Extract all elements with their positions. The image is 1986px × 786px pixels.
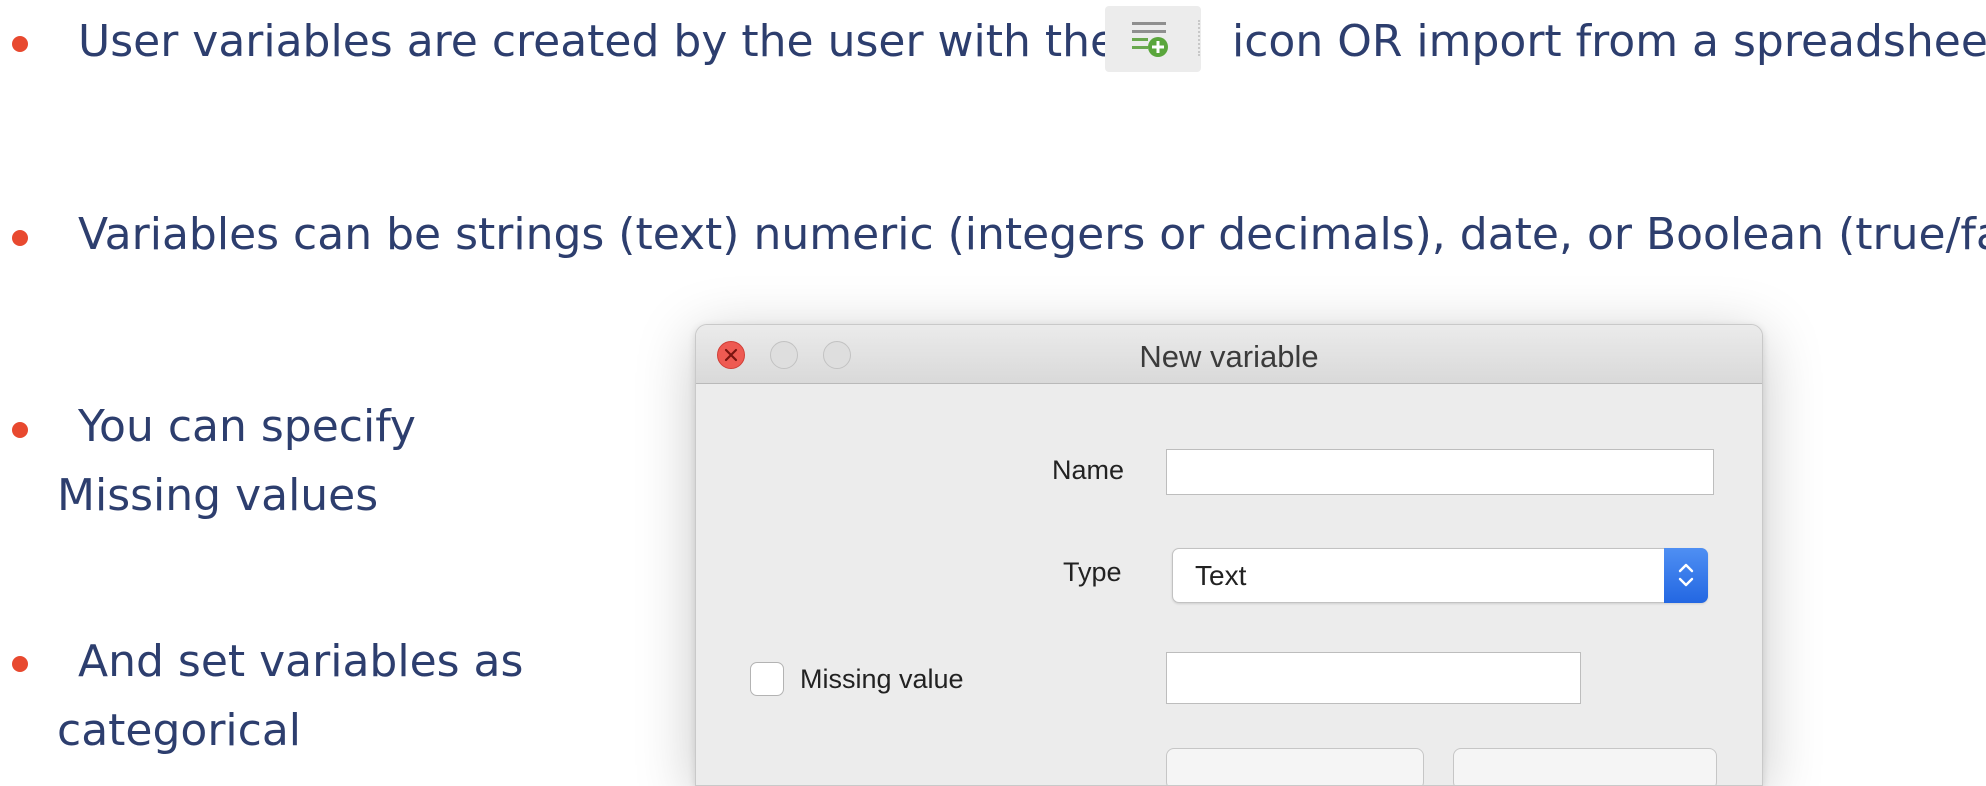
bullet-3-line-1: You can specify xyxy=(78,401,416,452)
name-label: Name xyxy=(1052,455,1125,485)
bullet-marker xyxy=(12,656,28,672)
bullet-4-line-2: categorical xyxy=(57,705,302,756)
dialog-control[interactable] xyxy=(1166,748,1424,785)
type-label: Type xyxy=(1063,557,1122,587)
name-field[interactable] xyxy=(1166,449,1714,495)
bullet-1-text-before: User variables are created by the user w… xyxy=(78,16,1118,67)
type-select-value: Text xyxy=(1195,560,1247,591)
new-variable-dialog: New variable Name Type Text Missing valu… xyxy=(695,324,1763,786)
dialog-titlebar[interactable]: New variable xyxy=(696,325,1762,384)
bullet-marker xyxy=(12,422,28,438)
missing-value-label: Missing value xyxy=(800,664,964,694)
bullet-2-text: Variables can be strings (text) numeric … xyxy=(78,209,1986,260)
select-stepper[interactable] xyxy=(1664,548,1708,603)
add-variable-icon xyxy=(1105,6,1201,72)
bullet-marker xyxy=(12,230,28,246)
bullet-3-line-2: Missing values xyxy=(57,470,379,521)
chevron-updown-icon xyxy=(1678,563,1694,587)
bullet-marker xyxy=(12,36,28,52)
dialog-control[interactable] xyxy=(1453,748,1717,785)
add-variable-icon-glyph xyxy=(1132,22,1168,57)
type-select[interactable]: Text xyxy=(1172,548,1708,603)
bullet-1-text-after: icon OR import from a spreadsheet xyxy=(1232,16,1986,67)
bullet-4-line-1: And set variables as xyxy=(78,636,524,687)
dialog-title: New variable xyxy=(1139,339,1319,374)
missing-value-field[interactable] xyxy=(1166,652,1581,704)
toolbar-separator xyxy=(1198,20,1200,56)
missing-value-checkbox[interactable] xyxy=(750,662,784,696)
